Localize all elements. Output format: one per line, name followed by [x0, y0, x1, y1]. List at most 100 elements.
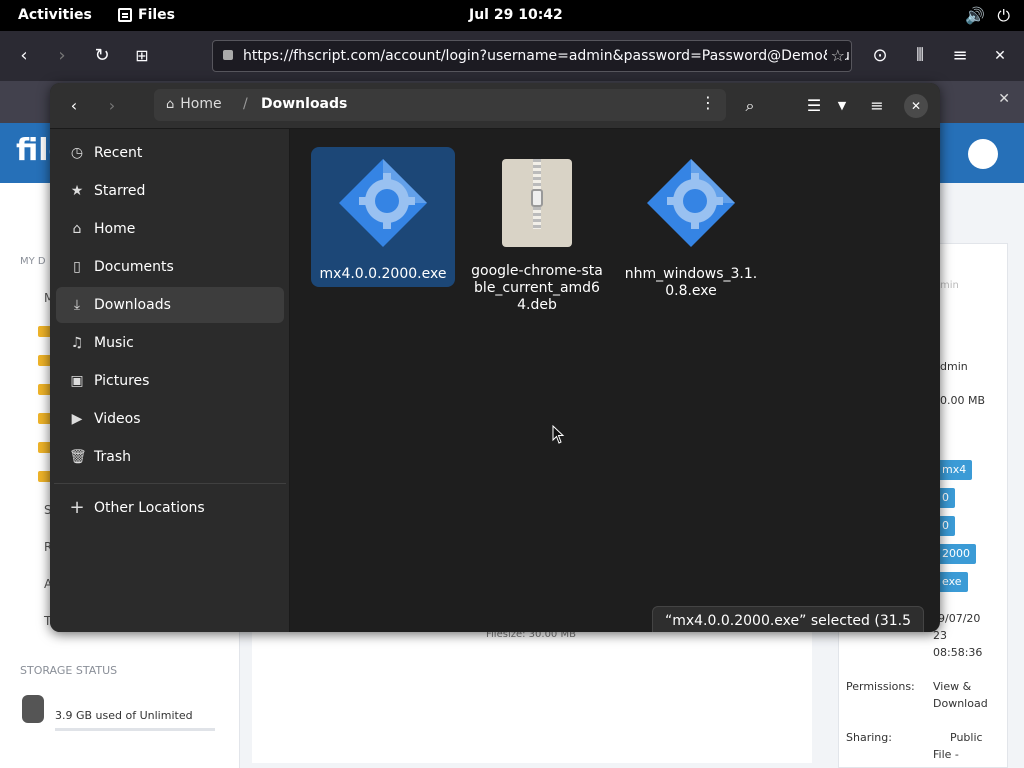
executable-icon [647, 159, 735, 247]
volume-icon[interactable]: 🔊 [965, 6, 985, 26]
back-button[interactable]: ‹ [60, 92, 88, 120]
sidebar-item-music[interactable]: ♫ Music [56, 325, 284, 361]
lock-icon [223, 50, 233, 60]
sidebar-item-starred[interactable]: ★ Starred [56, 173, 284, 209]
sharing-label: Sharing: [846, 731, 892, 744]
sidebar-item-pictures[interactable]: ▣ Pictures [56, 363, 284, 399]
file-item[interactable]: nhm_windows_3.1.0.8.exe [619, 147, 763, 304]
details-date: 9/07/20 [938, 612, 981, 625]
sidebar-item-label: Downloads [94, 297, 171, 313]
video-icon: ▶ [71, 411, 83, 427]
sidebar-item-trash[interactable]: 🗑 Trash [56, 439, 284, 475]
view-options-dropdown-icon[interactable]: ▼ [828, 92, 856, 120]
sidebar-divider [54, 483, 286, 484]
system-tray[interactable]: 🔊 ⏻ [965, 6, 1010, 26]
database-icon [22, 695, 44, 723]
storage-usage: 3.9 GB used of Unlimited [55, 709, 193, 722]
file-name: google-chrome-stable_current_amd64.deb [471, 263, 603, 313]
download-icon: ⤓ [73, 297, 81, 313]
plus-icon: + [69, 497, 85, 518]
close-window-button[interactable]: ✕ [904, 94, 928, 118]
close-tab-icon[interactable]: ✕ [998, 91, 1010, 107]
files-headerbar: ‹ › ⌂ Home / Downloads ⋮ ⌕ ☰ ▼ ≡ ✕ [50, 83, 940, 129]
sidebar-item-label: Trash [94, 449, 131, 465]
archive-icon [502, 159, 572, 247]
details-size: 0.00 MB [940, 394, 986, 407]
home-icon: ⌂ [72, 221, 82, 237]
list-view-icon[interactable]: ☰ [800, 92, 828, 120]
mouse-cursor-icon [552, 425, 565, 444]
menu-icon[interactable]: ≡ [948, 44, 972, 68]
path-current[interactable]: Downloads [261, 96, 347, 112]
sidebar-item-other-locations[interactable]: + Other Locations [56, 490, 284, 526]
sidebar-item-label: Videos [94, 411, 141, 427]
sidebar-item-label: Documents [94, 259, 174, 275]
sidebar-item-home[interactable]: ⌂ Home [56, 211, 284, 247]
path-separator: / [243, 96, 248, 112]
details-faint-text: min [940, 280, 959, 291]
forward-button[interactable]: › [98, 92, 126, 120]
file-name: nhm_windows_3.1.0.8.exe [624, 266, 758, 299]
reload-icon[interactable]: ↻ [90, 44, 114, 68]
power-icon[interactable]: ⏻ [997, 6, 1010, 26]
close-icon[interactable]: ✕ [988, 44, 1012, 68]
file-item[interactable]: mx4.0.0.2000.exe [311, 147, 455, 287]
picture-icon: ▣ [70, 373, 84, 389]
library-icon[interactable]: ⫴ [908, 44, 932, 68]
home-icon: ⌂ [166, 96, 175, 112]
main-menu-icon[interactable]: ≡ [863, 92, 891, 120]
search-icon[interactable]: ⌕ [736, 92, 764, 120]
sidebar-item-label: Starred [94, 183, 146, 199]
bookmark-star-icon[interactable]: ☆ [826, 41, 845, 71]
storage-bar [55, 728, 215, 731]
sidebar-item-recent[interactable]: ◷ Recent [56, 135, 284, 171]
more-options-icon[interactable]: ⋮ [700, 93, 716, 112]
storage-status-title: STORAGE STATUS [20, 664, 118, 677]
activities-button[interactable]: Activities [18, 7, 92, 23]
permissions-value-2: Download [933, 697, 988, 710]
places-sidebar: ◷ Recent ★ Starred ⌂ Home ▯ Documents ⤓ … [50, 129, 290, 632]
music-icon: ♫ [70, 335, 84, 351]
files-window: ‹ › ⌂ Home / Downloads ⋮ ⌕ ☰ ▼ ≡ ✕ ◷ Rec… [50, 83, 940, 632]
new-tab-icon[interactable]: ⊞ [130, 44, 154, 68]
sidebar-item-downloads[interactable]: ⤓ Downloads [56, 287, 284, 323]
tag-badge[interactable]: exe [936, 572, 968, 592]
sidebar-item-label: Recent [94, 145, 143, 161]
browser-toolbar: ‹ › ↻ ⊞ https://fhscript.com/account/log… [0, 31, 1024, 81]
clock[interactable]: Jul 29 10:42 [469, 7, 563, 23]
sidebar-item-videos[interactable]: ▶ Videos [56, 401, 284, 437]
sidebar-item-documents[interactable]: ▯ Documents [56, 249, 284, 285]
permissions-value: View & [933, 680, 972, 693]
sidebar-item-label: Other Locations [94, 500, 205, 516]
gnome-top-bar: Activities Files Jul 29 10:42 🔊 ⏻ [0, 0, 1024, 31]
document-icon: ▯ [73, 259, 81, 275]
file-name: mx4.0.0.2000.exe [319, 266, 447, 282]
star-icon: ★ [70, 183, 84, 199]
app-menu[interactable]: Files [118, 7, 175, 23]
sidebar-item-label: Music [94, 335, 134, 351]
file-item[interactable]: google-chrome-stable_current_amd64.deb [465, 147, 609, 318]
tag-badge[interactable]: mx4 [936, 460, 973, 480]
sharing-value: Public [950, 731, 983, 744]
app-name: Files [138, 7, 175, 23]
forward-icon[interactable]: › [50, 44, 74, 68]
sidebar-item-label: Home [94, 221, 136, 237]
path-home[interactable]: ⌂ Home [166, 96, 222, 112]
sidebar-item-label: Pictures [94, 373, 150, 389]
sidebar-section-title: MY D [20, 256, 46, 267]
back-icon[interactable]: ‹ [12, 44, 36, 68]
sharing-value-2: File - [933, 748, 959, 761]
url-bar[interactable]: https://fhscript.com/account/login?usern… [212, 40, 852, 72]
avatar[interactable] [968, 139, 998, 169]
permissions-label: Permissions: [846, 680, 915, 693]
path-bar[interactable]: ⌂ Home / Downloads ⋮ [154, 89, 726, 121]
executable-icon [339, 159, 427, 247]
details-user: dmin [940, 360, 968, 373]
selection-status: “mx4.0.0.2000.exe” selected (31.5 MB) [652, 606, 924, 632]
download-icon[interactable]: ⊙ [868, 44, 892, 68]
files-app-icon [118, 8, 132, 22]
details-time: 08:58:36 [933, 646, 983, 659]
file-grid: mx4.0.0.2000.exe google-chrome-stable_cu… [290, 129, 940, 632]
clock-icon: ◷ [70, 145, 84, 161]
tag-badge[interactable]: 2000 [936, 544, 976, 564]
